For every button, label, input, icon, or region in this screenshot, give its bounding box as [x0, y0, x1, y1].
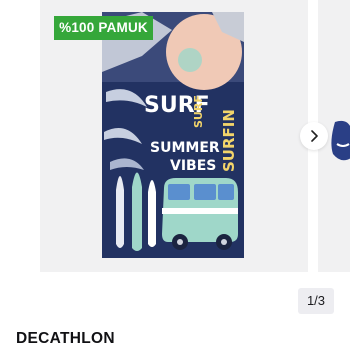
next-image-button[interactable] — [300, 122, 328, 150]
svg-text:SUMMER: SUMMER — [150, 140, 220, 156]
svg-text:SURF: SURF — [192, 95, 205, 128]
product-image-carousel[interactable]: SURF SURF SUMMER VIBES SURFIN %100 PAMUK — [0, 0, 350, 290]
next-product-image-peek — [331, 120, 350, 161]
page-indicator: 1/3 — [298, 288, 334, 314]
svg-text:SURFIN: SURFIN — [220, 109, 238, 172]
svg-text:VIBES: VIBES — [170, 158, 216, 174]
chevron-right-icon — [311, 130, 318, 142]
material-badge: %100 PAMUK — [54, 16, 153, 40]
brand-name[interactable]: DECATHLON — [16, 330, 115, 348]
product-image[interactable]: SURF SURF SUMMER VIBES SURFIN — [102, 12, 244, 258]
